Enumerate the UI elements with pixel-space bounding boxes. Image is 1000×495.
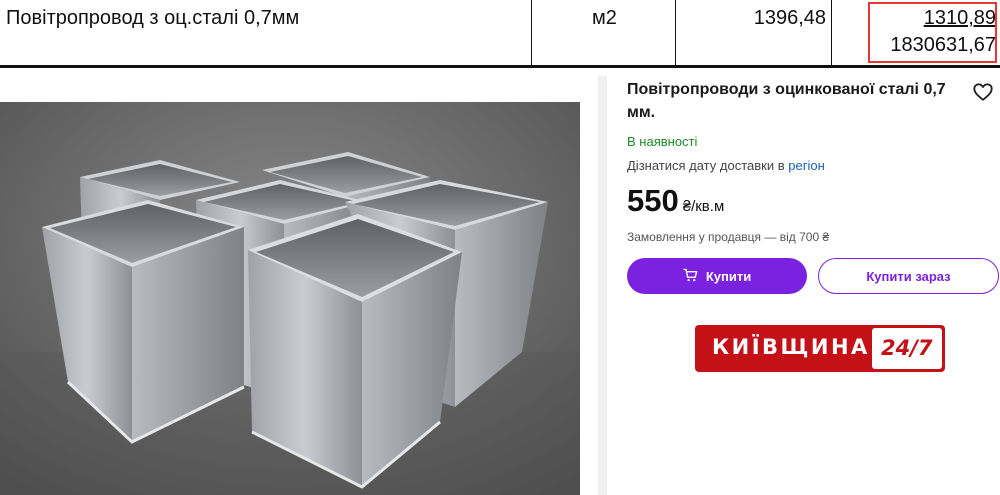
item-name-cell: Повітропровод з оц.сталі 0,7мм [0,0,531,65]
availability-status: В наявності [627,134,698,149]
buy-now-label: Купити зараз [866,268,951,284]
logo-badge-text: 24/7 [881,336,933,360]
delivery-text: Дізнатися дату доставки в [627,158,785,173]
cart-icon [683,268,698,285]
region-link[interactable]: регіон [788,158,825,173]
seller-min-order: Замовлення у продавця — від 700 ₴ [627,230,830,244]
divider-strip [598,76,607,495]
buy-button[interactable]: Купити [627,258,807,294]
product-info: Повітропроводи з оцинкованої сталі 0,7 м… [627,0,1000,495]
price-value: 550 [627,183,679,218]
duct-photo [0,102,580,495]
kyivshchyna-logo: КИЇВЩИНА 24/7 [695,325,945,372]
heart-icon[interactable] [972,81,994,103]
buy-now-button[interactable]: Купити зараз [818,258,999,294]
buy-button-label: Купити [705,268,752,284]
item-name: Повітропровод з оц.сталі 0,7мм [6,7,300,29]
price: 550 ₴/кв.м [627,183,724,223]
logo-badge: 24/7 [872,328,942,369]
price-unit: ₴/кв.м [682,198,725,215]
product-title[interactable]: Повітропроводи з оцинкованої сталі 0,7 м… [627,78,957,124]
unit-value: м2 [592,7,617,29]
delivery-info: Дізнатися дату доставки в регіон [627,158,825,173]
product-image[interactable] [0,102,580,495]
logo-text: КИЇВЩИНА [712,335,870,359]
